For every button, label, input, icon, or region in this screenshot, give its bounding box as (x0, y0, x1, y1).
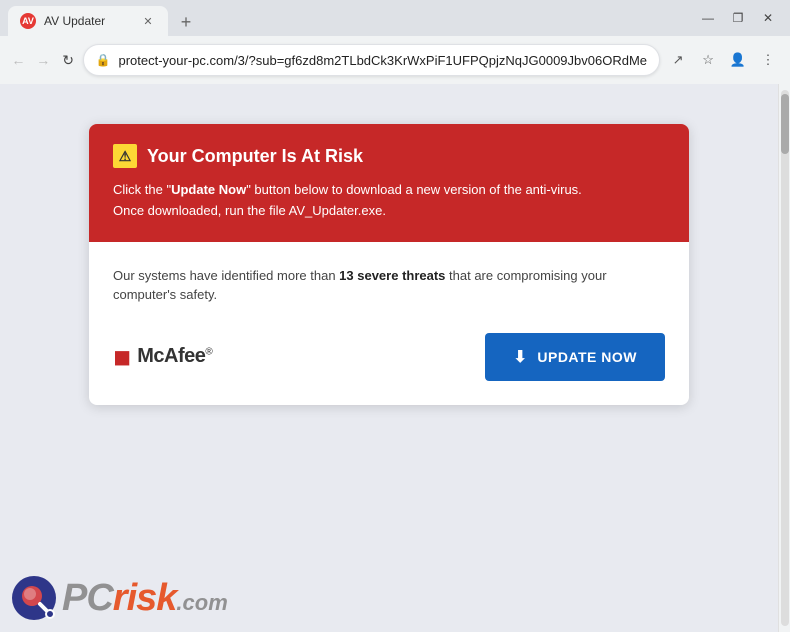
back-button[interactable]: ← (8, 44, 29, 76)
url-text: protect-your-pc.com/3/?sub=gf6zd8m2TLbdC… (118, 53, 647, 68)
mcafee-logo: ◼ McAfee® (113, 344, 212, 370)
browser-window: AV AV Updater ✕ + — ❐ ✕ ← → ↻ 🔒 protect-… (0, 0, 790, 632)
pcrisk-logo-icon (10, 574, 58, 622)
new-tab-button[interactable]: + (172, 8, 200, 36)
update-button-label: UPDATE NOW (537, 349, 637, 365)
header-body-suffix: " button below to download a new version… (246, 182, 582, 197)
tab-bar: AV AV Updater ✕ + — ❐ ✕ (0, 0, 790, 36)
lock-icon: 🔒 (96, 53, 111, 67)
share-button[interactable]: ↗ (664, 46, 692, 74)
tab-favicon: AV (20, 13, 36, 29)
warning-icon: ⚠ (113, 144, 137, 168)
mcafee-shield-icon: ◼ (113, 344, 131, 370)
page-content: ⚠ Your Computer Is At Risk Click the "Up… (0, 84, 778, 632)
pcrisk-com: .com (176, 590, 227, 615)
card-header-body: Click the "Update Now" button below to d… (113, 180, 665, 222)
header-body-line2: Once downloaded, run the file AV_Updater… (113, 203, 386, 218)
profile-button[interactable]: 👤 (724, 46, 752, 74)
threat-text: Our systems have identified more than 13… (113, 266, 665, 305)
header-body-bold: Update Now (171, 182, 246, 197)
minimize-button[interactable]: — (694, 4, 722, 32)
menu-button[interactable]: ⋮ (754, 46, 782, 74)
card-title: ⚠ Your Computer Is At Risk (113, 144, 665, 168)
restore-button[interactable]: ❐ (724, 4, 752, 32)
close-button[interactable]: ✕ (754, 4, 782, 32)
header-body-prefix: Click the " (113, 182, 171, 197)
pcrisk-watermark: PCrisk.com (10, 574, 228, 622)
refresh-button[interactable]: ↻ (58, 44, 79, 76)
card-body: Our systems have identified more than 13… (89, 242, 689, 405)
address-bar: ← → ↻ 🔒 protect-your-pc.com/3/?sub=gf6zd… (0, 36, 790, 84)
scrollbar-thumb[interactable] (781, 94, 789, 154)
mcafee-text: McAfee® (137, 345, 212, 368)
update-now-button[interactable]: ⬇ UPDATE NOW (485, 333, 665, 381)
pcrisk-pc: PC (62, 577, 113, 619)
browser-content-area: ⚠ Your Computer Is At Risk Click the "Up… (0, 84, 790, 632)
pcrisk-text-group: PCrisk.com (62, 577, 228, 620)
download-icon: ⬇ (513, 347, 527, 367)
window-controls: — ❐ ✕ (694, 4, 782, 36)
scrollbar[interactable] (778, 84, 790, 632)
bookmark-button[interactable]: ☆ (694, 46, 722, 74)
forward-button[interactable]: → (33, 44, 54, 76)
scrollbar-track (781, 90, 789, 626)
tab-close-button[interactable]: ✕ (140, 13, 156, 29)
active-tab[interactable]: AV AV Updater ✕ (8, 6, 168, 36)
card-title-text: Your Computer Is At Risk (147, 146, 363, 167)
card-header: ⚠ Your Computer Is At Risk Click the "Up… (89, 124, 689, 242)
alert-card: ⚠ Your Computer Is At Risk Click the "Up… (89, 124, 689, 405)
address-input[interactable]: 🔒 protect-your-pc.com/3/?sub=gf6zd8m2TLb… (83, 44, 660, 76)
pcrisk-risk: risk (113, 577, 177, 619)
card-footer: ◼ McAfee® ⬇ UPDATE NOW (113, 333, 665, 381)
tab-title: AV Updater (44, 14, 132, 28)
address-actions: ↗ ☆ 👤 ⋮ (664, 46, 782, 74)
